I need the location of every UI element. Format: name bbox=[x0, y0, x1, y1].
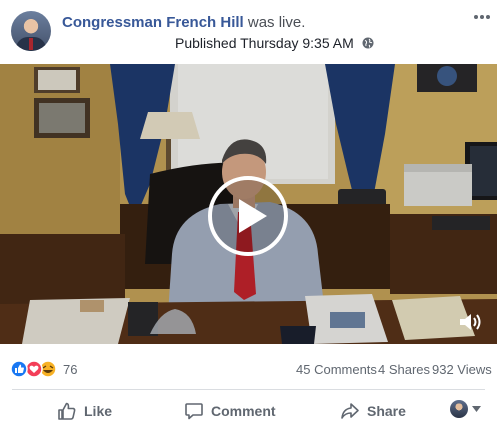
shares-count[interactable]: 4 Shares bbox=[378, 362, 430, 377]
reaction-icons[interactable] bbox=[10, 360, 60, 378]
comment-button[interactable]: Comment bbox=[184, 397, 276, 425]
share-button[interactable]: Share bbox=[340, 397, 406, 425]
user-avatar bbox=[450, 400, 468, 418]
reaction-count[interactable]: 76 bbox=[63, 362, 77, 377]
play-icon[interactable] bbox=[207, 175, 289, 257]
love-reaction-icon bbox=[25, 360, 43, 378]
comments-count[interactable]: 45 Comments bbox=[296, 362, 377, 377]
live-status-text: was live. bbox=[243, 14, 306, 31]
audience-selector[interactable] bbox=[450, 398, 484, 420]
chevron-down-icon bbox=[472, 406, 481, 412]
page-name-link[interactable]: Congressman French Hill bbox=[62, 14, 244, 31]
comment-icon bbox=[185, 403, 203, 420]
post-header: Congressman French Hill was live. Publis… bbox=[0, 0, 497, 64]
share-label: Share bbox=[367, 403, 406, 419]
comment-label: Comment bbox=[211, 403, 276, 419]
post-title-line: Congressman French Hill was live. bbox=[62, 14, 305, 31]
like-label: Like bbox=[84, 403, 113, 419]
post-meta: Published Thursday 9:35 AM bbox=[175, 35, 374, 51]
like-reaction-icon bbox=[10, 360, 28, 378]
thumbs-up-icon bbox=[58, 402, 76, 420]
post-actions: Like Comment Share bbox=[0, 390, 497, 432]
published-timestamp[interactable]: Published Thursday 9:35 AM bbox=[175, 35, 354, 51]
globe-icon[interactable] bbox=[362, 37, 374, 49]
like-button[interactable]: Like bbox=[57, 397, 112, 425]
share-arrow-icon bbox=[341, 403, 359, 419]
page-avatar[interactable] bbox=[11, 11, 51, 51]
engagement-stats: 76 45 Comments 4 Shares 932 Views bbox=[0, 344, 497, 390]
views-count: 932 Views bbox=[432, 362, 492, 377]
facebook-post: Congressman French Hill was live. Publis… bbox=[0, 0, 497, 432]
more-options-icon[interactable] bbox=[472, 10, 492, 24]
volume-icon[interactable] bbox=[458, 311, 484, 333]
live-video-player[interactable] bbox=[0, 64, 497, 344]
